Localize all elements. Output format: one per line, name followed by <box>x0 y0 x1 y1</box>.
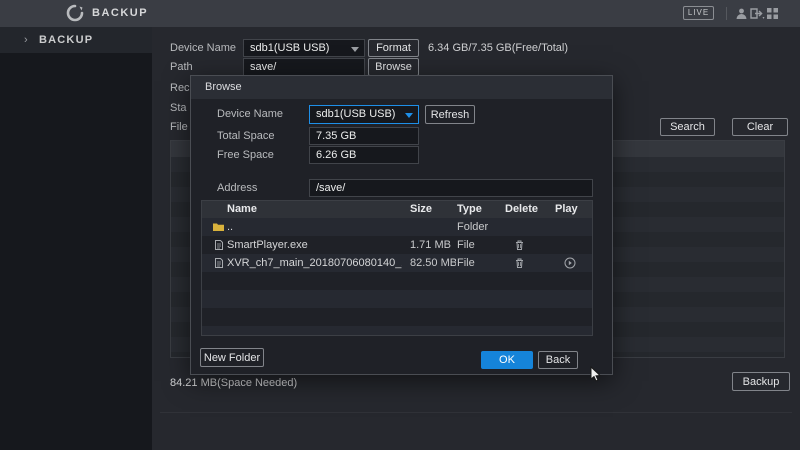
logout-icon[interactable] <box>750 8 765 19</box>
table-row-smartplayer[interactable]: SmartPlayer.exe 1.71 MB File <box>202 236 592 254</box>
back-button[interactable]: Back <box>538 351 578 369</box>
col-name: Name <box>227 201 257 218</box>
modal-device-name-label: Device Name <box>217 108 283 120</box>
user-icon[interactable] <box>736 8 747 19</box>
play-icon[interactable] <box>564 257 576 269</box>
format-button[interactable]: Format <box>368 39 419 57</box>
total-space-label: Total Space <box>217 130 274 142</box>
device-name-select[interactable]: sdb1(USB USB) <box>243 39 365 57</box>
modal-device-name-select[interactable]: sdb1(USB USB) <box>309 105 419 124</box>
file-icon <box>215 258 223 268</box>
col-type: Type <box>457 201 482 218</box>
file-icon <box>215 240 223 250</box>
file-name: .. <box>227 218 402 236</box>
address-label: Address <box>217 182 257 194</box>
empty-rows-stripes <box>202 272 592 336</box>
grid-icon[interactable] <box>767 8 778 19</box>
file-name: SmartPlayer.exe <box>227 236 402 254</box>
search-button[interactable]: Search <box>660 118 715 136</box>
file-type: File <box>457 236 502 254</box>
free-space-label: Free Space <box>217 149 274 161</box>
new-folder-button[interactable]: New Folder <box>200 348 264 367</box>
col-delete: Delete <box>505 201 538 218</box>
col-play: Play <box>555 201 578 218</box>
mouse-cursor <box>590 366 602 383</box>
logo-swirl-icon <box>66 4 84 22</box>
file-size: 82.50 MB <box>410 254 456 272</box>
table-row-parent-folder[interactable]: .. Folder <box>202 218 592 236</box>
file-type: Folder <box>457 218 502 236</box>
app-title: BACKUP <box>92 7 148 19</box>
sidebar-item-backup[interactable]: › BACKUP <box>0 27 152 53</box>
file-name: XVR_ch7_main_20180706080140_20180... <box>227 254 402 272</box>
address-input[interactable]: /save/ <box>309 179 593 197</box>
browse-button[interactable]: Browse <box>368 58 419 76</box>
capacity-text: 6.34 GB/7.35 GB(Free/Total) <box>428 42 568 54</box>
device-name-value: sdb1(USB USB) <box>250 42 329 54</box>
delete-trash-icon[interactable] <box>515 240 524 250</box>
footer-divider <box>160 412 792 413</box>
delete-trash-icon[interactable] <box>515 258 524 268</box>
device-name-label: Device Name <box>170 42 236 54</box>
sidebar-item-label: BACKUP <box>39 27 93 53</box>
total-space-value: 7.35 GB <box>309 127 419 145</box>
chevron-down-icon <box>405 113 413 118</box>
modal-file-list-header: Name Size Type Delete Play <box>202 201 592 218</box>
space-needed-text: 84.21 MB(Space Needed) <box>170 377 297 389</box>
browse-dialog: Browse Device Name sdb1(USB USB) Refresh… <box>190 75 613 375</box>
table-row-xvr-file[interactable]: XVR_ch7_main_20180706080140_20180... 82.… <box>202 254 592 272</box>
dialog-title: Browse <box>205 81 242 93</box>
ok-button[interactable]: OK <box>481 351 533 369</box>
free-space-value: 6.26 GB <box>309 146 419 164</box>
clear-button[interactable]: Clear <box>732 118 788 136</box>
sidebar: › BACKUP <box>0 27 152 450</box>
topbar: BACKUP LIVE <box>0 0 800 27</box>
folder-icon <box>213 222 224 231</box>
chevron-right-icon: › <box>24 27 28 53</box>
record-label-clipped: Rec <box>170 82 190 94</box>
topbar-divider <box>726 7 727 20</box>
backup-button[interactable]: Backup <box>732 372 790 391</box>
file-size: 1.71 MB <box>410 236 456 254</box>
start-label-clipped: Sta <box>170 102 187 114</box>
refresh-button[interactable]: Refresh <box>425 105 475 124</box>
path-input[interactable]: save/ <box>243 58 365 76</box>
modal-device-name-value: sdb1(USB USB) <box>316 108 395 120</box>
chevron-down-icon <box>351 47 359 52</box>
modal-file-list: Name Size Type Delete Play .. Folder Sma… <box>201 200 593 336</box>
file-label-clipped: File <box>170 121 188 133</box>
dialog-titlebar[interactable]: Browse <box>191 76 612 99</box>
live-button[interactable]: LIVE <box>683 6 714 20</box>
file-type: File <box>457 254 502 272</box>
path-label: Path <box>170 61 193 73</box>
col-size: Size <box>410 201 432 218</box>
